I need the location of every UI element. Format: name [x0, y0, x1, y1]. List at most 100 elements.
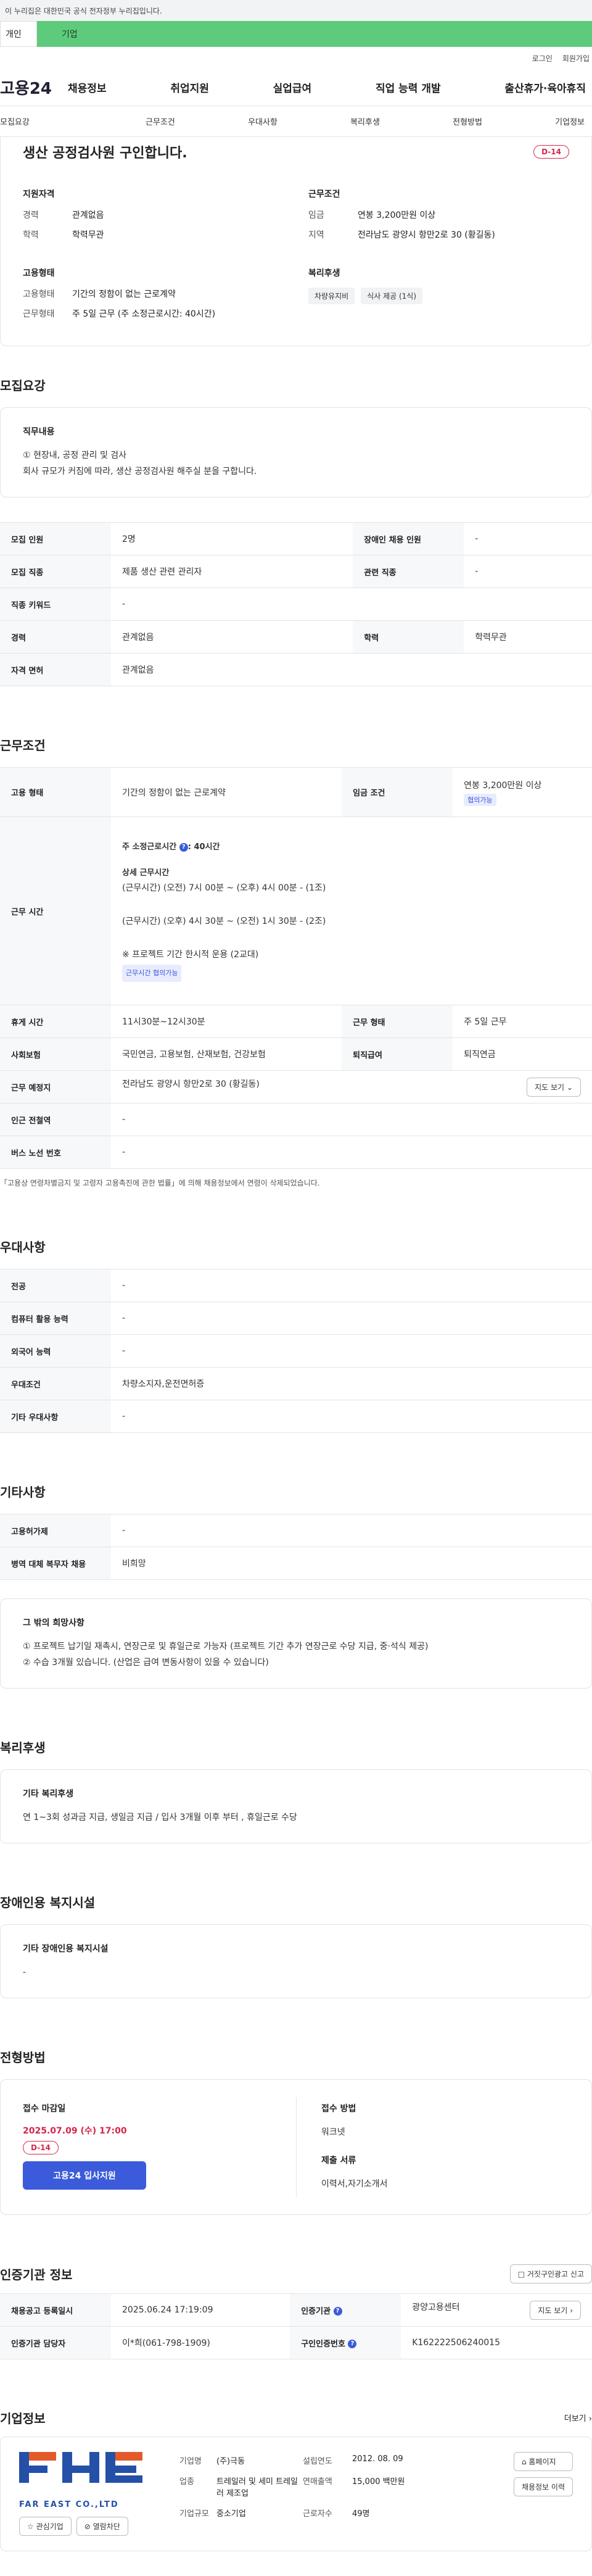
info-value: (주)극동 [216, 2457, 245, 2466]
subnav-pref[interactable]: 우대사항 [248, 115, 278, 127]
row-value: 비희망 [111, 1547, 592, 1580]
emp-label: 근무형태 [23, 309, 55, 319]
row-label: 인근 전철역 [0, 1103, 111, 1136]
apply-button[interactable]: 고용24 입사지원 [23, 2161, 146, 2190]
tab-company[interactable]: 기업 [37, 21, 592, 47]
global-nav: 고용24 채용정보 취업지원 실업급여 직업 능력 개발 출산휴가·육아휴직 [0, 69, 592, 106]
section-title-pref: 우대사항 [0, 1240, 46, 1255]
etc-table: 고용허가제 - 병역 대체 복무자 채용 비희망 [0, 1514, 592, 1580]
subnav-welfare[interactable]: 복리후생 [350, 115, 380, 127]
info-icon[interactable]: ? [348, 2340, 357, 2348]
info-value: 트레일러 및 세미 트레일러 제조업 [216, 2477, 298, 2498]
info-label: 근로자수 [303, 2509, 332, 2519]
weekly-hours-value: : 40시간 [187, 842, 220, 852]
gnb-employment-support[interactable]: 취업지원 [170, 80, 209, 95]
company-logo-image [19, 2452, 142, 2483]
deadline-label: 접수 마감일 [23, 2104, 66, 2114]
info-icon[interactable]: ? [333, 2307, 342, 2316]
map-button[interactable]: 지도 보기 ⌄ [527, 1077, 581, 1097]
table-row: 전공 - [0, 1269, 592, 1302]
row-label: 근무 예정지 [0, 1070, 111, 1103]
table-row: 병역 대체 복무자 채용 비희망 [0, 1547, 592, 1580]
row-label: 우대조건 [0, 1367, 111, 1400]
wish-box: 그 밖의 희망사항 ① 프로젝트 납기일 재촉시, 연장근로 및 휴일근로 가능… [0, 1598, 592, 1689]
block-icon: ⊘ [84, 2522, 91, 2531]
method-value: 워크넷 [321, 2127, 345, 2137]
login-link[interactable]: 로그인 [532, 53, 553, 64]
table-row: 근무 예정지 전라남도 광양시 항만2로 30 (황길동) 지도 보기 ⌄ [0, 1070, 592, 1103]
row-value: 주 5일 근무 [453, 1005, 592, 1038]
subnav-work[interactable]: 근무조건 [146, 115, 175, 127]
info-value: 중소기업 [216, 2509, 246, 2519]
row-label: 학력 [353, 620, 464, 654]
row-label: 병역 대체 복무자 채용 [0, 1547, 111, 1580]
wish-line: ② 수습 3개월 있습니다. (산업은 급여 변동사항이 있을 수 있습니다) [23, 1658, 269, 1668]
gnb-parental-leave[interactable]: 출산휴가·육아휴직 [504, 80, 586, 95]
section-title-agency: 인증기관 정보 [0, 2267, 73, 2282]
row-value: - [111, 1514, 592, 1547]
table-row: 모집 직종 제품 생산 관련 관리자 관련 직종 - [0, 555, 592, 588]
table-row: 인증기관 담당자 이*희(061-798-1909) 구인인증번호 ? K162… [0, 2326, 592, 2359]
table-row: 고용허가제 - [0, 1514, 592, 1547]
wage-cell: 연봉 3,200만원 이상 협의가능 [453, 767, 592, 817]
subnav-company[interactable]: 기업정보 [555, 115, 585, 127]
table-row: 직종 키워드 - [0, 588, 592, 621]
utility-menu: 로그인 회원가입 [0, 47, 592, 69]
info-label: 기업명 [179, 2457, 202, 2466]
welfare-chip: 차량유지비 [308, 288, 355, 304]
map-button-label: 지도 보기 [538, 2306, 568, 2315]
info-icon[interactable]: ? [179, 842, 188, 852]
age-note: 「고용상 연령차별금지 및 고령자 고용촉진에 관한 법률」에 의해 채용정보에… [0, 1179, 320, 1187]
subnav-recruit[interactable]: 모집요강 [0, 115, 30, 127]
block-company-button[interactable]: ⊘ 열람차단 [76, 2517, 128, 2536]
row-label: 컴퓨터 활용 능력 [0, 1302, 111, 1335]
report-fake-ad-button[interactable]: □ 거짓구인광고 신고 [509, 2264, 592, 2283]
table-row: 버스 노선 번호 - [0, 1136, 592, 1169]
table-row: 고용 형태 기간의 정함이 없는 근로계약 임금 조건 연봉 3,200만원 이… [0, 767, 592, 817]
signup-link[interactable]: 회원가입 [562, 53, 590, 64]
info-label: 설립연도 [303, 2457, 332, 2466]
tab-personal[interactable]: 개인 [0, 21, 37, 47]
row-label: 자격 면허 [0, 653, 111, 686]
gnb-vocational-training[interactable]: 직업 능력 개발 [376, 80, 441, 95]
table-row: 인근 전철역 - [0, 1103, 592, 1136]
home-icon: ⌂ [521, 2458, 527, 2466]
row-value: 11시30분~12시30분 [111, 1005, 342, 1038]
welfare-box: 기타 복리후생 연 1~3회 성과금 지급, 생일금 지급 / 입사 3개월 이… [0, 1769, 592, 1843]
gnb-unemployment-benefit[interactable]: 실업급여 [273, 80, 312, 95]
favorite-company-button[interactable]: ☆ 관심기업 [19, 2517, 72, 2536]
info-value: 2012. 08. 09 [352, 2454, 403, 2464]
row-label: 임금 조건 [342, 767, 453, 817]
wage-value: 연봉 3,200만원 이상 [464, 780, 542, 791]
row-label: 채용공고 등록일시 [0, 2293, 111, 2327]
agency-map-button[interactable]: 지도 보기 › [530, 2300, 581, 2320]
row-label: 구인인증번호 ? [290, 2326, 401, 2359]
org-value: 광양고용센터 [412, 2302, 460, 2312]
job-history-button[interactable]: 채용정보 이력 [513, 2477, 573, 2496]
section-title-recruit: 모집요강 [0, 378, 46, 393]
homepage-button[interactable]: ⌂ 홈페이지 [513, 2452, 573, 2471]
row-label: 근무 형태 [342, 1005, 453, 1038]
cond-label: 지역 [308, 230, 324, 240]
welfare-heading: 복리후생 [308, 268, 340, 278]
table-row: 모집 인원 2명 장애인 채용 인원 - [0, 522, 592, 555]
row-label: 고용 형태 [0, 767, 111, 817]
job-summary-card: 생산 공정검사원 구인합니다. D-14 지원자격 경력 관계없음 학력 학력무관 … [0, 137, 592, 346]
section-title-welfare: 복리후생 [0, 1740, 46, 1755]
cond-value: 연봉 3,200만원 이상 [358, 210, 436, 220]
subnav-process[interactable]: 전형방법 [453, 115, 482, 127]
table-row: 경력 관계없음 학력 학력무관 [0, 620, 592, 654]
section-title-process: 전형방법 [0, 2050, 46, 2065]
qual-value: 학력무관 [72, 230, 104, 240]
site-logo[interactable]: 고용24 [0, 76, 68, 99]
chevron-down-icon: ⌄ [566, 1082, 573, 1092]
gnb-jobs[interactable]: 채용정보 [68, 80, 107, 95]
map-button-label: 지도 보기 [535, 1082, 565, 1092]
company-more-link[interactable]: 더보기 › [564, 2412, 592, 2424]
row-label: 모집 직종 [0, 555, 111, 588]
row-value: 학력무관 [464, 620, 592, 654]
process-box: 접수 마감일 2025.07.09 (수) 17:00 D-14 고용24 입사… [0, 2079, 592, 2215]
welfare-box-text: 연 1~3회 성과금 지급, 생일금 지급 / 입사 3개월 이후 부터 , 휴… [23, 1813, 297, 1822]
homepage-label: 홈페이지 [528, 2458, 556, 2466]
table-row: 채용공고 등록일시 2025.06.24 17:19:09 인증기관 ? 광양고… [0, 2293, 592, 2327]
